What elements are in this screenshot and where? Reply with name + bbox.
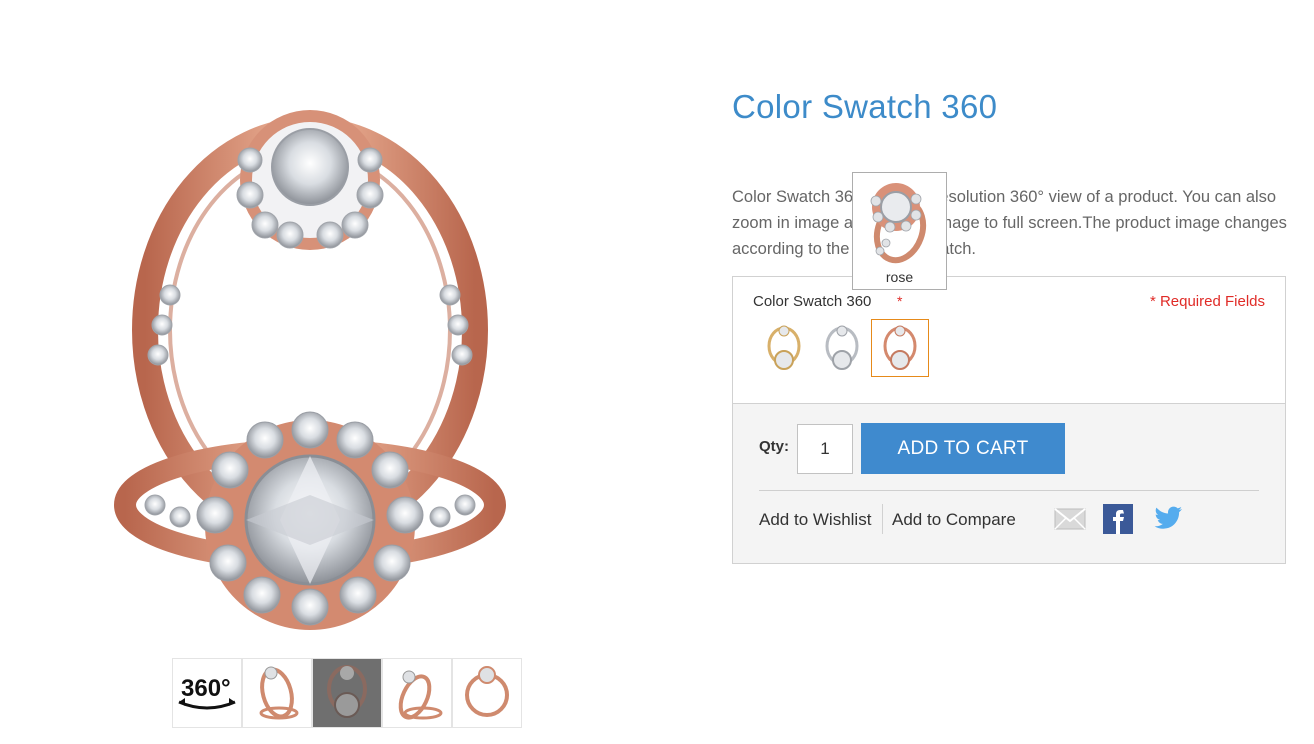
rose-ring-swatch-image <box>883 325 917 370</box>
facebook-share-button[interactable] <box>1101 504 1135 534</box>
twitter-icon <box>1154 506 1182 529</box>
swatch-option-label: Color Swatch 360 <box>753 293 872 310</box>
ring-thumbnail-image <box>259 666 299 720</box>
swatch-white[interactable] <box>813 319 871 377</box>
ring-thumbnail-image <box>465 666 509 717</box>
thumbnail-ring-angle[interactable] <box>382 658 452 728</box>
add-to-compare-link[interactable]: Add to Compare <box>892 510 1016 530</box>
ring-thumbnail-image <box>398 670 443 720</box>
facebook-icon <box>1103 504 1133 534</box>
product-page: 360° Color Swatch 360 Color Swatch 360 h… <box>0 0 1314 744</box>
color-swatches <box>755 319 929 377</box>
white-ring-swatch-image <box>825 325 859 370</box>
divider <box>759 490 1259 491</box>
add-to-cart-box: Qty: ADD TO CART Add to Wishlist Add to … <box>732 403 1286 564</box>
product-title: Color Swatch 360 <box>732 88 998 125</box>
link-separator <box>882 504 883 534</box>
gold-ring-swatch-image <box>767 325 801 370</box>
add-to-wishlist-link[interactable]: Add to Wishlist <box>759 510 871 530</box>
required-fields-note: * Required Fields <box>1149 293 1265 310</box>
product-options: Color Swatch 360 * * Required Fields <box>732 276 1286 404</box>
swatch-tooltip: rose <box>852 172 947 290</box>
product-description: Color Swatch 360 is a high-resolution 36… <box>732 188 1287 258</box>
thumbnail-360-view[interactable]: 360° <box>172 658 242 728</box>
ring-thumbnail-image <box>327 665 367 718</box>
thumbnail-ring-top[interactable] <box>452 658 522 728</box>
swatch-gold[interactable] <box>755 319 813 377</box>
main-product-image[interactable] <box>60 80 560 650</box>
email-icon <box>1054 508 1086 530</box>
tooltip-ring-image <box>870 183 926 264</box>
qty-input[interactable] <box>797 424 853 474</box>
svg-text:360°: 360° <box>181 675 231 702</box>
rose-gold-ring-image <box>100 85 520 645</box>
thumbnail-ring-side[interactable] <box>242 658 312 728</box>
swatch-rose[interactable] <box>871 319 929 377</box>
email-share-button[interactable] <box>1053 504 1087 534</box>
tooltip-label: rose <box>885 269 914 285</box>
360-icon: 360° <box>178 675 236 710</box>
add-to-cart-button[interactable]: ADD TO CART <box>861 423 1065 474</box>
qty-label: Qty: <box>759 438 789 455</box>
twitter-share-button[interactable] <box>1151 504 1185 534</box>
required-asterisk: * <box>897 293 903 309</box>
thumbnail-strip: 360° <box>172 658 522 730</box>
thumbnail-ring-front[interactable] <box>312 658 382 728</box>
